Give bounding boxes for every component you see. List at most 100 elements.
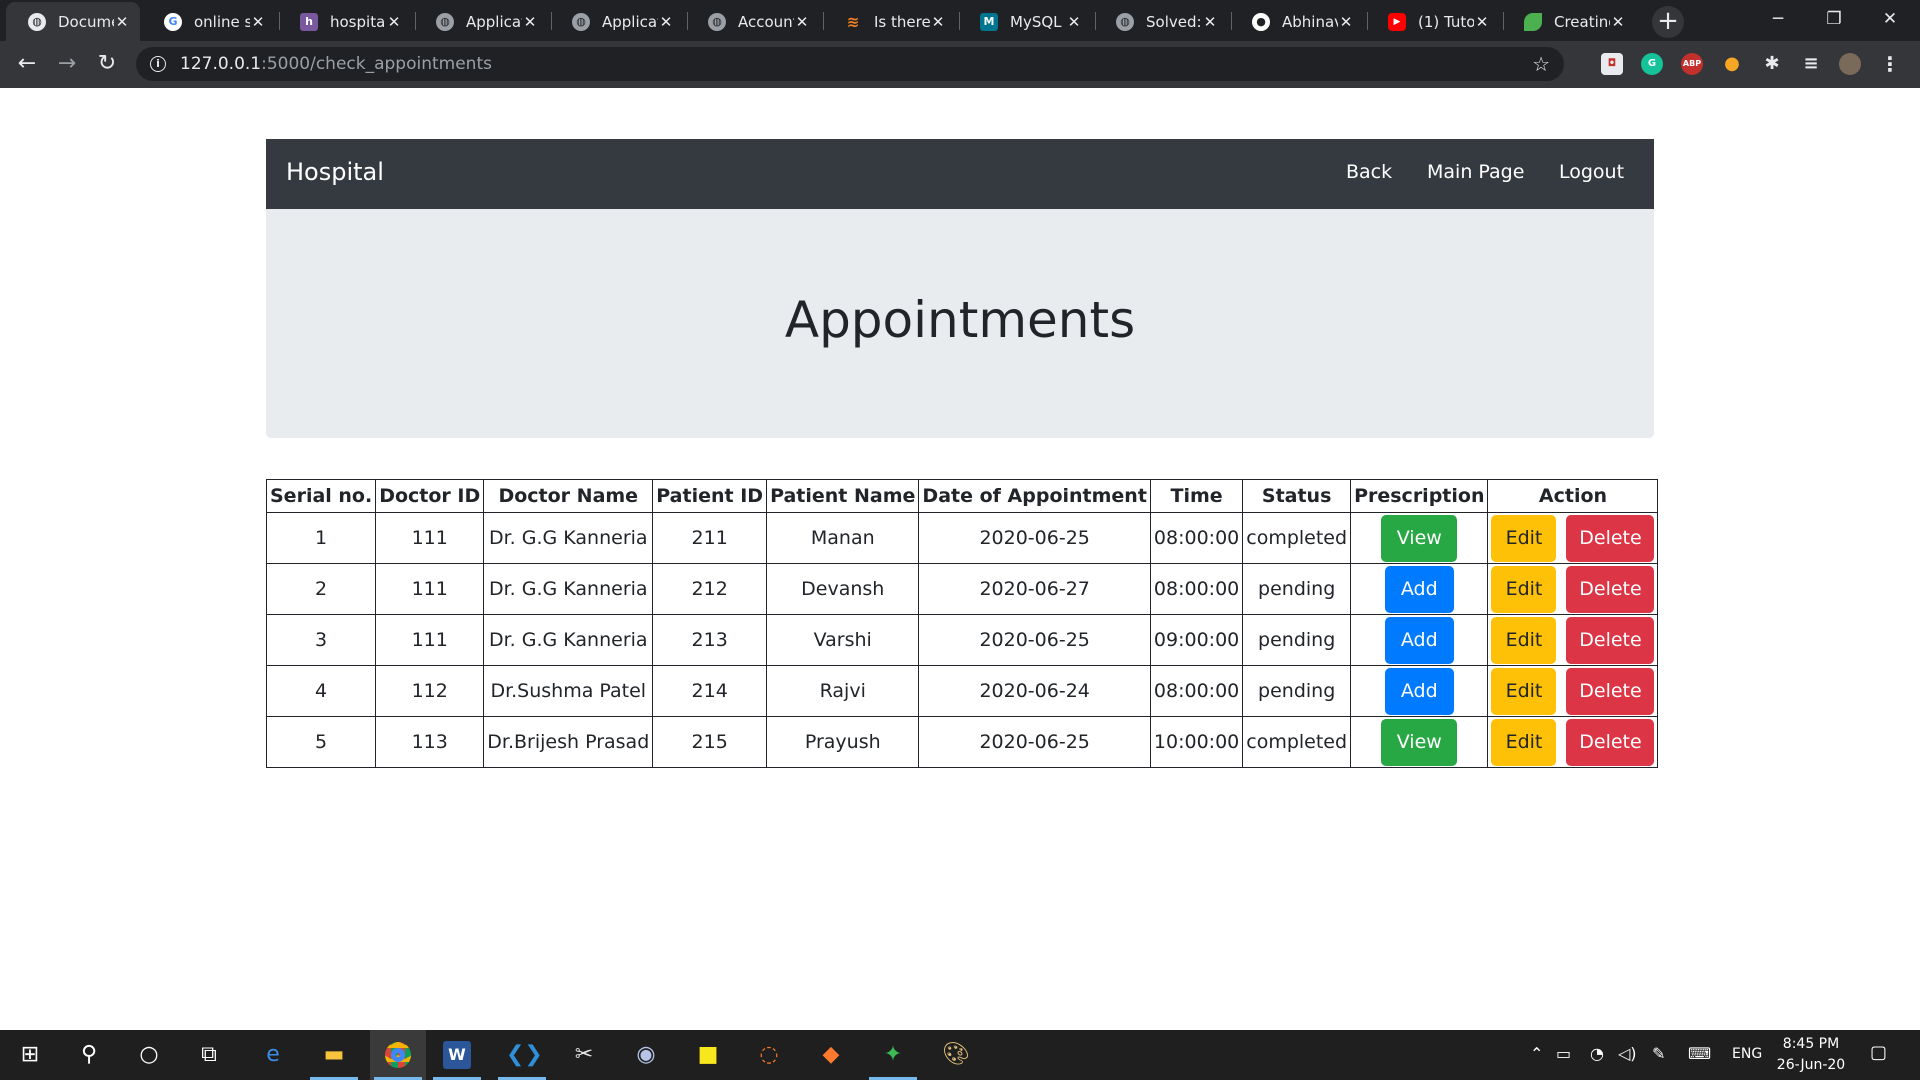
nav-link-logout[interactable]: Logout	[1559, 161, 1624, 183]
action-cell: Edit Delete	[1487, 665, 1659, 717]
edit-button[interactable]: Edit	[1491, 616, 1557, 664]
globe-icon: ◍	[572, 12, 590, 31]
paint-icon[interactable]: 🎨︎	[940, 1039, 972, 1071]
edge-icon[interactable]: e	[257, 1039, 289, 1071]
patient-name-cell: Varshi	[766, 614, 920, 666]
delete-button[interactable]: Delete	[1566, 667, 1655, 715]
menu-kebab-icon[interactable]: ⋮	[1879, 53, 1901, 75]
close-tab-icon[interactable]: ✕	[794, 13, 810, 31]
battery-icon[interactable]: ▭	[1556, 1044, 1571, 1063]
add-prescription-button[interactable]: Add	[1384, 616, 1454, 664]
address-bar[interactable]: i 127.0.0.1:5000/check_appointments ☆	[136, 47, 1564, 81]
language-indicator[interactable]: ENG	[1732, 1046, 1762, 1062]
close-tab-icon[interactable]: ✕	[1474, 13, 1490, 31]
edit-button[interactable]: Edit	[1491, 514, 1557, 562]
forward-arrow-icon[interactable]: →	[52, 49, 82, 79]
status-cell: completed	[1242, 512, 1352, 564]
delete-button[interactable]: Delete	[1566, 565, 1655, 613]
delete-button[interactable]: Delete	[1566, 514, 1655, 562]
vscode-icon[interactable]: ❮❯	[506, 1039, 543, 1071]
tab-is-there[interactable]: ≋ Is there ✕	[822, 2, 956, 41]
chrome-icon[interactable]	[382, 1039, 414, 1071]
view-prescription-button[interactable]: View	[1381, 718, 1458, 766]
date-cell: 2020-06-25	[918, 512, 1151, 564]
heroku-icon: h	[300, 12, 318, 31]
navbar-brand[interactable]: Hospital	[286, 158, 384, 186]
git-kraken-icon[interactable]: ✦	[877, 1039, 909, 1071]
avatar[interactable]	[1839, 53, 1861, 75]
volume-icon[interactable]: ◁)	[1618, 1044, 1637, 1063]
edit-button[interactable]: Edit	[1491, 667, 1557, 715]
close-window-icon[interactable]: ✕	[1862, 0, 1918, 41]
tab-online-search[interactable]: G online sc ✕	[142, 2, 276, 41]
table-header-row: Serial no. Doctor ID Doctor Name Patient…	[265, 479, 1659, 513]
minimize-icon[interactable]: ─	[1750, 0, 1806, 41]
table-row: 3 111 Dr. G.G Kanneria 213 Varshi 2020-0…	[265, 614, 1659, 666]
close-tab-icon[interactable]: ✕	[1338, 13, 1354, 31]
close-tab-icon[interactable]: ✕	[1066, 13, 1082, 31]
word-icon[interactable]: W	[443, 1041, 471, 1069]
delete-button[interactable]: Delete	[1566, 718, 1655, 766]
media-controls-icon[interactable]: ≡	[1800, 53, 1822, 75]
pen-icon[interactable]: ✎	[1652, 1044, 1665, 1063]
edit-button[interactable]: Edit	[1491, 718, 1557, 766]
edit-button[interactable]: Edit	[1491, 565, 1557, 613]
delete-button[interactable]: Delete	[1566, 616, 1655, 664]
doctor-name-cell: Dr. G.G Kanneria	[483, 614, 654, 666]
sticky-notes-icon[interactable]: ■	[692, 1039, 724, 1071]
column-header: Serial no.	[265, 479, 377, 513]
snipping-tool-icon[interactable]: ✂	[568, 1039, 600, 1071]
tab-title: Applicat	[466, 12, 522, 31]
site-info-icon[interactable]: i	[150, 56, 166, 72]
tab-application-1[interactable]: ◍ Applicat ✕	[414, 2, 548, 41]
close-tab-icon[interactable]: ✕	[930, 13, 946, 31]
nav-link-main-page[interactable]: Main Page	[1427, 161, 1524, 183]
close-tab-icon[interactable]: ✕	[522, 13, 538, 31]
pocket-icon[interactable]: ◘	[1601, 53, 1623, 75]
file-explorer-icon[interactable]: ▬	[318, 1039, 350, 1071]
windows-start-icon[interactable]: ⊞	[14, 1039, 46, 1071]
wifi-icon[interactable]: ◔	[1590, 1044, 1604, 1063]
tab-application-2[interactable]: ◍ Applicat ✕	[550, 2, 684, 41]
view-prescription-button[interactable]: View	[1381, 514, 1458, 562]
reload-icon[interactable]: ↻	[92, 49, 122, 79]
close-tab-icon[interactable]: ✕	[386, 13, 402, 31]
add-prescription-button[interactable]: Add	[1384, 667, 1454, 715]
notifications-icon[interactable]: ▢	[1870, 1042, 1887, 1063]
adblock-icon[interactable]: ABP	[1681, 53, 1703, 75]
tab-documents[interactable]: ◍ Docume ✕	[6, 2, 140, 41]
grammarly-icon[interactable]: G	[1641, 53, 1663, 75]
tab-github[interactable]: ● Abhinav ✕	[1230, 2, 1364, 41]
extensions-puzzle-icon[interactable]: ✱	[1761, 53, 1783, 75]
keyboard-icon[interactable]: ⌨	[1688, 1044, 1711, 1063]
search-icon[interactable]: ⚲	[73, 1039, 105, 1071]
tab-creating[interactable]: Creating ✕	[1502, 2, 1636, 41]
bookmark-star-icon[interactable]: ☆	[1532, 52, 1550, 76]
system-clock[interactable]: 8:45 PM 26-Jun-20	[1766, 1034, 1856, 1076]
close-tab-icon[interactable]: ✕	[1610, 13, 1626, 31]
notes-app-icon[interactable]: ◆	[815, 1039, 847, 1071]
url-text: 127.0.0.1:5000/check_appointments	[180, 54, 492, 74]
nav-link-back[interactable]: Back	[1346, 161, 1392, 183]
close-tab-icon[interactable]: ✕	[250, 13, 266, 31]
eclipse-icon[interactable]: ◉	[630, 1039, 662, 1071]
tab-solved[interactable]: ◍ Solved: ✕	[1094, 2, 1228, 41]
table-row: 2 111 Dr. G.G Kanneria 212 Devansh 2020-…	[265, 563, 1659, 615]
tab-youtube[interactable]: ▶ (1) Tutor ✕	[1366, 2, 1500, 41]
task-view-icon[interactable]: ⧉	[193, 1039, 225, 1071]
close-tab-icon[interactable]: ✕	[114, 13, 130, 31]
cortana-icon[interactable]: ○	[133, 1039, 165, 1071]
tab-mysql[interactable]: M MySQL ✕	[958, 2, 1092, 41]
close-tab-icon[interactable]: ✕	[658, 13, 674, 31]
tab-hospital[interactable]: h hospital ✕	[278, 2, 412, 41]
tab-account[interactable]: ◍ Account ✕	[686, 2, 820, 41]
column-header: Prescription	[1350, 479, 1489, 513]
honey-icon[interactable]: ●	[1721, 53, 1743, 75]
show-hidden-icons-icon[interactable]: ⌃	[1530, 1044, 1543, 1063]
add-prescription-button[interactable]: Add	[1384, 565, 1454, 613]
close-tab-icon[interactable]: ✕	[1202, 13, 1218, 31]
jupyter-icon[interactable]: ◌	[753, 1039, 785, 1071]
back-arrow-icon[interactable]: ←	[12, 49, 42, 79]
new-tab-button[interactable]: +	[1652, 6, 1684, 38]
restore-icon[interactable]: ❐	[1806, 0, 1862, 41]
